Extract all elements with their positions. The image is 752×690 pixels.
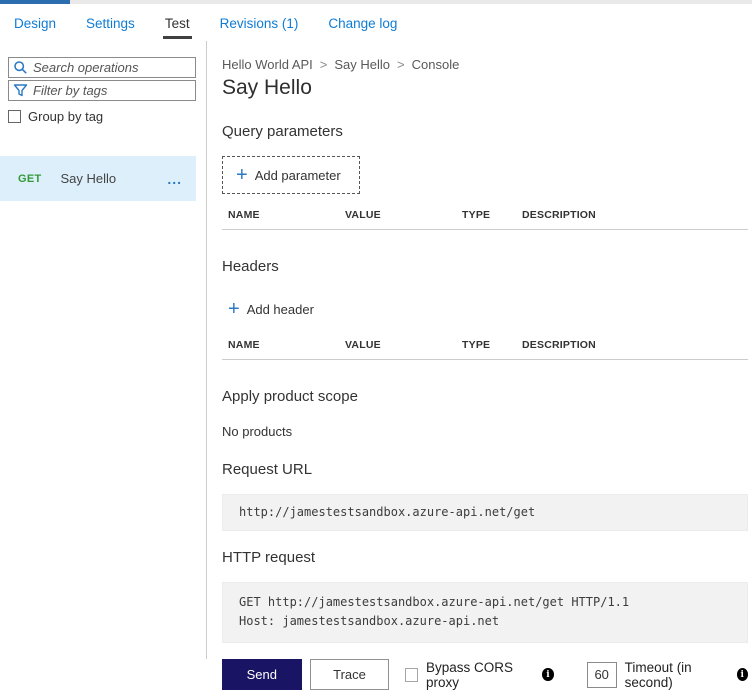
request-url-value: http://jamestestsandbox.azure-api.net/ge… — [222, 494, 748, 531]
tab-settings[interactable]: Settings — [84, 7, 137, 39]
column-value: VALUE — [345, 339, 381, 351]
bypass-cors-label: Bypass CORS proxy — [425, 659, 513, 690]
page-title-clip: Say Hello — [222, 79, 748, 102]
timeout-input[interactable] — [586, 661, 617, 688]
breadcrumb-separator: > — [319, 57, 328, 72]
plus-icon: + — [236, 164, 248, 186]
breadcrumb-console: Console — [411, 57, 460, 72]
column-name: NAME — [228, 209, 260, 221]
console-action-bar: Send Trace Bypass CORS proxy i Timeout (… — [222, 659, 748, 690]
tab-bar: Design Settings Test Revisions (1) Chang… — [0, 4, 752, 41]
tab-change-log[interactable]: Change log — [326, 7, 399, 39]
tab-design[interactable]: Design — [12, 7, 58, 39]
add-header-label: Add header — [246, 301, 314, 317]
bypass-cors-info-icon[interactable]: i — [542, 668, 554, 681]
column-description: DESCRIPTION — [522, 339, 596, 351]
product-scope-heading: Apply product scope — [222, 388, 358, 405]
query-parameters-heading: Query parameters — [222, 123, 343, 140]
column-type: TYPE — [462, 339, 491, 351]
operation-name: Say Hello — [60, 171, 117, 186]
headers-heading: Headers — [222, 258, 279, 275]
column-name: NAME — [228, 339, 260, 351]
console-main-panel: Hello World API > Say Hello > Console Say He… — [208, 41, 752, 690]
bypass-cors-checkbox[interactable] — [405, 667, 418, 682]
group-by-tag-checkbox[interactable] — [8, 110, 21, 123]
page-title: Say Hello — [222, 79, 312, 99]
tab-test[interactable]: Test — [162, 7, 192, 39]
breadcrumb-operation[interactable]: Say Hello — [334, 57, 390, 72]
filter-by-tags-input[interactable] — [33, 83, 183, 98]
column-description: DESCRIPTION — [522, 209, 596, 221]
http-request-line: GET http://jamestestsandbox.azure-api.ne… — [239, 595, 630, 609]
column-value: VALUE — [345, 209, 381, 221]
operation-more-menu[interactable]: ... — [167, 171, 182, 187]
tab-revisions[interactable]: Revisions (1) — [218, 7, 301, 39]
breadcrumb: Hello World API > Say Hello > Console — [222, 57, 748, 72]
send-button[interactable]: Send — [222, 659, 302, 690]
timeout-info-icon[interactable]: i — [736, 668, 748, 681]
add-parameter-button[interactable]: + Add parameter — [222, 156, 360, 194]
group-by-tag-row: Group by tag — [8, 109, 206, 124]
http-request-box: GET http://jamestestsandbox.azure-api.ne… — [222, 582, 748, 643]
breadcrumb-separator: > — [397, 57, 405, 72]
filter-funnel-icon — [13, 83, 28, 98]
query-parameters-table-header: NAME VALUE TYPE DESCRIPTION — [222, 203, 748, 230]
add-header-button[interactable]: + Add header — [222, 299, 332, 319]
operation-method-badge: GET — [18, 172, 42, 185]
operations-sidebar: Group by tag GET Say Hello ... — [0, 41, 207, 659]
timeout-label: Timeout (in second) — [624, 659, 692, 690]
breadcrumb-api[interactable]: Hello World API — [222, 57, 313, 72]
search-operations-box — [8, 57, 196, 78]
search-icon — [13, 60, 28, 75]
group-by-tag-label: Group by tag — [28, 109, 104, 124]
headers-table-header: NAME VALUE TYPE DESCRIPTION — [222, 333, 748, 360]
filter-by-tags-box — [8, 80, 196, 101]
http-request-line: Host: jamestestsandbox.azure-api.net — [239, 614, 500, 628]
sidebar-operation-say-hello[interactable]: GET Say Hello ... — [0, 156, 196, 201]
trace-button[interactable]: Trace — [309, 659, 390, 690]
column-type: TYPE — [462, 209, 491, 221]
http-request-heading: HTTP request — [222, 549, 316, 566]
add-parameter-label: Add parameter — [254, 167, 341, 183]
search-operations-input[interactable] — [33, 60, 183, 75]
request-url-heading: Request URL — [222, 461, 313, 478]
no-products-text: No products — [222, 424, 293, 439]
plus-icon: + — [228, 298, 240, 320]
